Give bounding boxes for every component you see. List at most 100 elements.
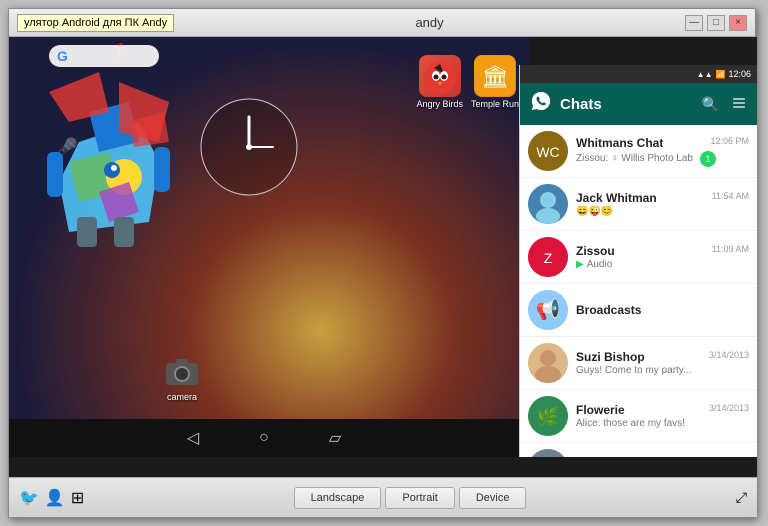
jack-preview-text: 😄😜😊 xyxy=(576,206,613,217)
jack-avatar xyxy=(528,184,568,224)
jack-time: 11:54 AM xyxy=(712,191,749,201)
title-bar-center: andy xyxy=(415,15,443,30)
whitmans-name: Whitmans Chat xyxy=(576,136,663,150)
chat-item-jack[interactable]: Jack Whitman 11:54 AM 😄😜😊 xyxy=(520,178,757,231)
chat-list: WC Whitmans Chat 12:06 PM Zissou: ♀ Will… xyxy=(520,125,757,457)
flowerie-top: Flowerie 3/14/2013 xyxy=(576,403,749,417)
recent-button[interactable]: ▱ xyxy=(329,428,341,448)
temple-run-icon-img: 🏛 xyxy=(474,55,516,97)
close-button[interactable]: × xyxy=(729,15,747,31)
clock-widget xyxy=(199,97,309,207)
toolbar-play-icon[interactable]: 🐦 xyxy=(19,488,39,508)
svg-text:WC: WC xyxy=(536,144,559,160)
android-nav-bar: ◁ ○ ▱ xyxy=(9,419,519,457)
suzi-preview: Guys! Come to my party... xyxy=(576,365,749,376)
jack-preview: 😄😜😊 xyxy=(576,206,749,217)
angry-birds-label: Angry Birds xyxy=(416,99,463,109)
whatsapp-logo xyxy=(530,90,552,118)
flowerie-name: Flowerie xyxy=(576,403,625,417)
svg-text:📢: 📢 xyxy=(536,297,561,321)
suzi-time: 3/14/2013 xyxy=(709,350,749,360)
device-button[interactable]: Device xyxy=(459,487,527,509)
wa-statusbar: ▲▲ 📶 12:06 xyxy=(520,65,757,83)
wa-menu-icon[interactable] xyxy=(731,95,747,114)
chat-item-suzi[interactable]: Suzi Bishop 3/14/2013 Guys! Come to my p… xyxy=(520,337,757,390)
chat-item-zissou[interactable]: Z Zissou 11:09 AM ▶ Audio xyxy=(520,231,757,284)
broadcasts-top: Broadcasts xyxy=(576,303,749,317)
flowerie-preview: Alice: those are my favs! xyxy=(576,418,749,429)
jack-name: Jack Whitman xyxy=(576,191,657,205)
toolbar-person-icon[interactable]: 👤 xyxy=(45,488,65,508)
title-bar-controls: — □ × xyxy=(685,15,747,31)
landscape-button[interactable]: Landscape xyxy=(294,487,382,509)
flowerie-time: 3/14/2013 xyxy=(709,403,749,413)
whitmans-badge: 1 xyxy=(700,151,716,167)
jack-info: Jack Whitman 11:54 AM 😄😜😊 xyxy=(576,191,749,217)
whitmans-preview: Zissou: ♀ Willis Photo Lab 1 xyxy=(576,151,749,167)
toolbar-center: Landscape Portrait Device xyxy=(294,487,527,509)
broadcasts-avatar: 📢 xyxy=(528,290,568,330)
chat-item-whitmans[interactable]: WC Whitmans Chat 12:06 PM Zissou: ♀ Will… xyxy=(520,125,757,178)
title-bar-left: улятор Android для ПК Andy xyxy=(17,14,174,32)
flowerie-preview-text: Alice: those are my favs! xyxy=(576,418,685,429)
svg-text:Z: Z xyxy=(544,250,553,266)
minimize-button[interactable]: — xyxy=(685,15,703,31)
signal-icon: 📶 xyxy=(716,70,726,79)
suzi-preview-text: Guys! Come to my party... xyxy=(576,365,691,376)
flowerie-avatar: 🌿 xyxy=(528,396,568,436)
svg-text:🏛: 🏛 xyxy=(481,64,509,89)
toolbar-left: 🐦 👤 ⊞ xyxy=(19,488,84,508)
svg-text:🌿: 🌿 xyxy=(537,406,559,427)
wa-search-icon[interactable]: 🔍 xyxy=(702,96,719,113)
zissou-preview-text: Audio xyxy=(587,259,613,270)
chat-item-flowerie[interactable]: 🌿 Flowerie 3/14/2013 Alice: those are my… xyxy=(520,390,757,443)
whatsapp-panel: ▲▲ 📶 12:06 Chats 🔍 xyxy=(519,65,757,457)
app-icons-row: Angry Birds 🏛 Temple Run xyxy=(416,55,519,109)
temple-run-app-icon[interactable]: 🏛 Temple Run xyxy=(471,55,519,109)
zissou-info: Zissou 11:09 AM ▶ Audio xyxy=(576,244,749,270)
suzi-top: Suzi Bishop 3/14/2013 xyxy=(576,350,749,364)
android-wallpaper: ↗ G 🎤 xyxy=(9,37,529,457)
bottom-toolbar: 🐦 👤 ⊞ Landscape Portrait Device ⤢ xyxy=(9,477,757,517)
main-window: улятор Android для ПК Andy andy — □ × ↗ … xyxy=(8,8,756,518)
whitmans-preview-text: Zissou: ♀ Willis Photo Lab xyxy=(576,153,693,164)
title-bar: улятор Android для ПК Andy andy — □ × xyxy=(9,9,755,37)
lunch-top: Lunch Group 2/13/2013 xyxy=(576,456,749,457)
zissou-top: Zissou 11:09 AM xyxy=(576,244,749,258)
lunch-time: 2/13/2013 xyxy=(709,456,749,457)
angry-birds-app-icon[interactable]: Angry Birds xyxy=(416,55,463,109)
toolbar-grid-icon[interactable]: ⊞ xyxy=(71,488,84,508)
zissou-avatar: Z xyxy=(528,237,568,277)
zissou-preview: ▶ Audio xyxy=(576,259,749,270)
temple-run-label: Temple Run xyxy=(471,99,519,109)
angry-birds-icon-img xyxy=(419,55,461,97)
toolbar-expand-icon[interactable]: ⤢ xyxy=(736,489,747,506)
suzi-info: Suzi Bishop 3/14/2013 Guys! Come to my p… xyxy=(576,350,749,376)
wa-chats-title: Chats xyxy=(560,96,702,113)
chat-item-broadcasts[interactable]: 📢 Broadcasts xyxy=(520,284,757,337)
whitmans-avatar: WC xyxy=(528,131,568,171)
camera-icon-area[interactable]: camera xyxy=(164,357,200,402)
flowerie-info: Flowerie 3/14/2013 Alice: those are my f… xyxy=(576,403,749,429)
audio-icon: ▶ xyxy=(576,259,584,270)
home-button[interactable]: ○ xyxy=(259,429,269,447)
status-icons: ▲▲ 📶 12:06 xyxy=(697,69,751,79)
lunch-avatar: EAT xyxy=(528,449,568,457)
whitmans-top: Whitmans Chat 12:06 PM xyxy=(576,136,749,150)
chat-item-lunch[interactable]: EAT Lunch Group 2/13/2013 ...On my way xyxy=(520,443,757,457)
back-button[interactable]: ◁ xyxy=(187,428,199,448)
maximize-button[interactable]: □ xyxy=(707,15,725,31)
suzi-avatar xyxy=(528,343,568,383)
portrait-button[interactable]: Portrait xyxy=(385,487,454,509)
broadcasts-info: Broadcasts xyxy=(576,303,749,317)
tooltip-box: улятор Android для ПК Andy xyxy=(17,14,174,32)
status-time: 12:06 xyxy=(728,69,751,79)
lunch-name: Lunch Group xyxy=(576,456,651,457)
zissou-name: Zissou xyxy=(576,244,615,258)
suzi-name: Suzi Bishop xyxy=(576,350,645,364)
zissou-time: 11:09 AM xyxy=(712,244,749,254)
lunch-info: Lunch Group 2/13/2013 ...On my way xyxy=(576,456,749,457)
robot-illustration xyxy=(19,62,199,302)
wa-header-icons: 🔍 xyxy=(702,95,747,114)
android-screen: ↗ G 🎤 xyxy=(9,37,757,477)
